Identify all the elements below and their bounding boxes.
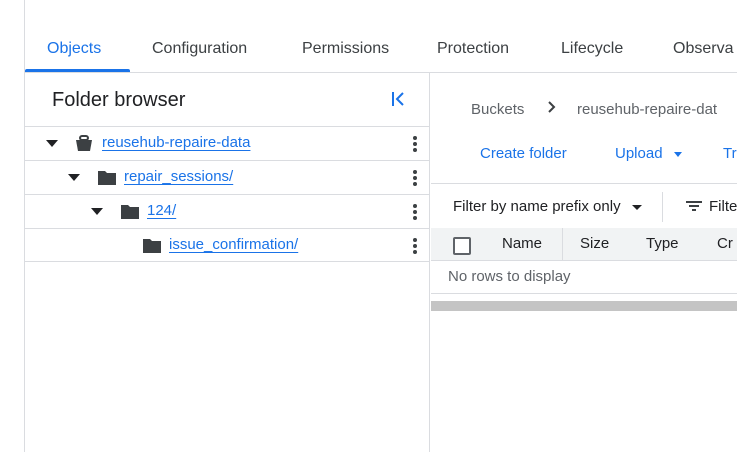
filter-mode-select[interactable]: Filter by name prefix only [453, 198, 621, 215]
folder-browser-title: Folder browser [52, 89, 186, 111]
select-all-checkbox[interactable] [453, 237, 471, 255]
column-header-created[interactable]: Cr [717, 235, 733, 252]
upload-dropdown-icon[interactable] [674, 152, 682, 157]
expand-triangle-icon[interactable] [91, 208, 103, 215]
tab-observability[interactable]: Observa [673, 40, 733, 73]
tab-protection[interactable]: Protection [437, 40, 509, 73]
breadcrumb-buckets[interactable]: Buckets [471, 101, 524, 118]
folder-icon [143, 238, 161, 253]
tab-lifecycle[interactable]: Lifecycle [561, 40, 623, 73]
more-options-icon[interactable] [409, 203, 421, 221]
folder-icon [98, 170, 116, 185]
filter-bar: Filter by name prefix only Filte [431, 183, 737, 228]
column-header-size[interactable]: Size [580, 235, 609, 252]
filter-mode-dropdown-icon[interactable] [632, 205, 642, 210]
tree-item-label[interactable]: reusehub-repaire-data [102, 134, 250, 151]
bucket-tabs: Objects Configuration Permissions Protec… [25, 0, 737, 73]
empty-table-row: No rows to display [431, 261, 737, 294]
left-nav-rail [0, 0, 25, 452]
column-divider [562, 228, 563, 261]
filter-input[interactable]: Filte [709, 198, 737, 215]
filter-divider [662, 192, 663, 222]
empty-table-message: No rows to display [448, 268, 571, 285]
tree-item-label[interactable]: 124/ [147, 202, 176, 219]
tree-item-label[interactable]: repair_sessions/ [124, 168, 233, 185]
tab-permissions[interactable]: Permissions [302, 40, 389, 73]
active-tab-indicator [25, 69, 130, 72]
bucket-icon [75, 135, 93, 151]
expand-triangle-icon[interactable] [46, 140, 58, 147]
tree-item-bucket[interactable]: reusehub-repaire-data [25, 126, 430, 160]
tree-item-label[interactable]: issue_confirmation/ [169, 236, 298, 253]
horizontal-scrollbar[interactable] [431, 301, 737, 311]
chevron-right-icon [547, 99, 557, 119]
breadcrumb-current-bucket[interactable]: reusehub-repaire-dat [577, 101, 717, 118]
filter-list-icon[interactable] [686, 199, 702, 213]
table-header: Name Size Type Cr [431, 228, 737, 261]
more-options-icon[interactable] [409, 135, 421, 153]
collapse-panel-icon[interactable] [389, 89, 409, 109]
upload-button[interactable]: Upload [615, 145, 663, 162]
folder-icon [121, 204, 139, 219]
column-header-type[interactable]: Type [646, 235, 679, 252]
objects-panel: Buckets reusehub-repaire-dat Create fold… [431, 73, 737, 452]
more-options-icon[interactable] [409, 169, 421, 187]
tree-item-folder[interactable]: repair_sessions/ [25, 160, 430, 194]
more-options-icon[interactable] [409, 237, 421, 255]
column-header-name[interactable]: Name [502, 235, 542, 252]
create-folder-button[interactable]: Create folder [480, 145, 567, 162]
transfer-button[interactable]: Tr [723, 145, 737, 162]
tree-item-folder[interactable]: 124/ [25, 194, 430, 228]
folder-browser-panel: Folder browser reusehub-repaire-data rep… [25, 73, 430, 452]
tab-configuration[interactable]: Configuration [152, 40, 247, 73]
expand-triangle-icon[interactable] [68, 174, 80, 181]
tree-item-folder[interactable]: issue_confirmation/ [25, 228, 430, 262]
